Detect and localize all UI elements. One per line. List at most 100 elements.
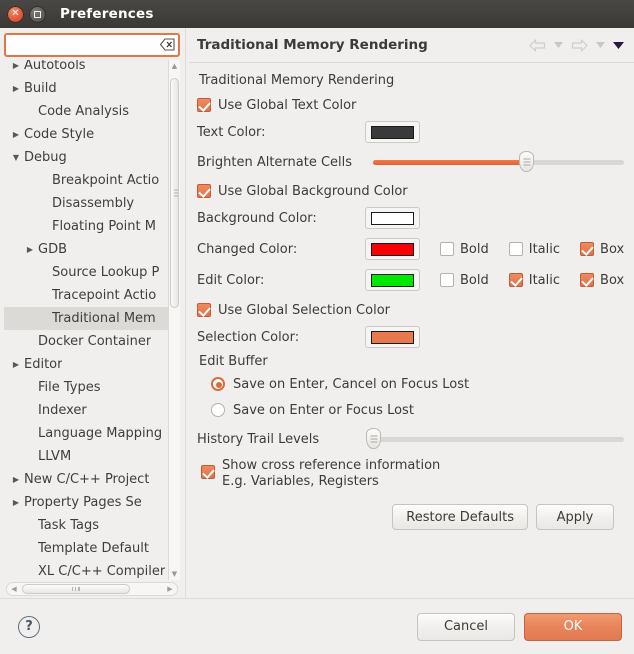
scroll-thumb-grip [174, 189, 178, 197]
tree-expand-collapsed-icon[interactable]: ▶ [8, 360, 24, 369]
checkbox-label: Use Global Text Color [218, 97, 357, 113]
tree-item-label: Code Analysis [38, 104, 129, 119]
tree-item[interactable]: Source Lookup P [4, 261, 168, 284]
tree-item[interactable]: XL C/C++ Compiler [4, 560, 168, 580]
group-label: Traditional Memory Rendering [199, 73, 395, 88]
tree-item[interactable]: ▶ New C/C++ Project [4, 468, 168, 491]
history-trail-levels-slider[interactable] [366, 428, 624, 449]
search-input[interactable] [4, 33, 180, 57]
tree-item[interactable]: Traditional Mem [4, 307, 168, 330]
close-icon[interactable]: ✕ [7, 5, 24, 23]
tree-item[interactable]: ▼ Debug [4, 146, 168, 169]
checkbox-box [201, 465, 215, 479]
maximize-icon[interactable] [29, 5, 46, 23]
edit-italic-checkbox[interactable]: Italic [508, 273, 560, 288]
edit-box-checkbox[interactable]: Box [580, 273, 624, 288]
edit-bold-checkbox[interactable]: Bold [440, 273, 489, 288]
changed-color-button[interactable] [365, 238, 420, 260]
changed-color-row: Changed Color: Bold Italic Box [197, 238, 624, 260]
back-history-chevron-down-icon[interactable] [550, 34, 566, 56]
tree-item[interactable]: Task Tags [4, 514, 168, 537]
text-color-button[interactable] [365, 121, 420, 143]
tree-item[interactable]: Floating Point M [4, 215, 168, 238]
tree-expand-collapsed-icon[interactable]: ▶ [22, 245, 38, 254]
tree-vertical-scrollbar[interactable]: ▲ ▼ [168, 60, 180, 580]
tree-item[interactable]: Breakpoint Actio [4, 169, 168, 192]
tree-item-label: LLVM [38, 449, 72, 464]
selection-color-row: Selection Color: [197, 326, 624, 348]
scroll-down-arrow-icon[interactable]: ▼ [169, 568, 180, 580]
checkbox-label: Box [600, 241, 625, 257]
vertical-scroll-thumb[interactable] [170, 78, 179, 308]
tree-expand-collapsed-icon[interactable]: ▶ [8, 475, 24, 484]
tree-expand-expanded-icon[interactable]: ▼ [8, 153, 24, 162]
edit-color-button[interactable] [365, 269, 420, 291]
restore-defaults-button[interactable]: Restore Defaults [392, 504, 528, 530]
forward-arrow-icon[interactable] [568, 34, 590, 56]
tree-item[interactable]: Indexer [4, 399, 168, 422]
tree-item[interactable]: ▶ Editor [4, 353, 168, 376]
tree-item[interactable]: Code Analysis [4, 100, 168, 123]
tree-item[interactable]: ▶ GDB [4, 238, 168, 261]
scroll-left-arrow-icon[interactable]: ◀ [7, 585, 21, 593]
tree-item[interactable]: ▶ Code Style [4, 123, 168, 146]
tree-item[interactable]: Language Mapping [4, 422, 168, 445]
brighten-alternate-cells-slider[interactable] [373, 151, 624, 172]
back-arrow-icon[interactable] [526, 34, 548, 56]
apply-button[interactable]: Apply [536, 504, 614, 530]
ok-button[interactable]: OK [524, 612, 622, 641]
tree-item[interactable]: ▶ Property Pages Se [4, 491, 168, 514]
cancel-button[interactable]: Cancel [417, 612, 515, 641]
tree-item-label: Autotools [24, 60, 86, 73]
tree-item[interactable]: File Types [4, 376, 168, 399]
checkbox-label: Use Global Selection Color [218, 302, 391, 318]
scroll-right-arrow-icon[interactable]: ▶ [163, 585, 177, 593]
chevron-down-filled-icon[interactable] [610, 34, 626, 56]
use-global-text-color-checkbox[interactable]: Use Global Text Color [197, 98, 356, 113]
changed-italic-checkbox[interactable]: Italic [508, 242, 560, 257]
tree-item[interactable]: Tracepoint Actio [4, 284, 168, 307]
tree-item[interactable]: Template Default [4, 537, 168, 560]
radio-save-on-enter-cancel-on-focus-lost[interactable]: Save on Enter, Cancel on Focus Lost [211, 377, 469, 392]
use-global-selection-color-row: Use Global Selection Color [197, 300, 624, 320]
maximize-square-glyph [34, 10, 41, 18]
radio-save-on-enter-or-focus-lost[interactable]: Save on Enter or Focus Lost [211, 403, 414, 418]
slider-thumb[interactable] [519, 151, 535, 172]
use-global-selection-color-checkbox[interactable]: Use Global Selection Color [197, 303, 390, 318]
changed-bold-checkbox[interactable]: Bold [440, 242, 489, 257]
preferences-page: Traditional Memory Rendering Traditional… [189, 28, 634, 598]
help-icon[interactable]: ? [18, 615, 40, 638]
background-color-label: Background Color: [197, 210, 317, 226]
tree-item[interactable]: Disassembly [4, 192, 168, 215]
background-color-button[interactable] [365, 207, 420, 229]
tree-expand-collapsed-icon[interactable]: ▶ [8, 498, 24, 507]
show-cross-reference-checkbox[interactable]: Show cross reference information E.g. Va… [201, 458, 440, 490]
tree-expand-collapsed-icon[interactable]: ▶ [8, 84, 24, 93]
tree-item[interactable]: LLVM [4, 445, 168, 468]
changed-box-checkbox[interactable]: Box [580, 242, 624, 257]
window-title: Preferences [60, 6, 154, 22]
background-color-row: Background Color: [197, 207, 624, 229]
show-cross-reference-line1: Show cross reference information [222, 458, 441, 473]
close-x-glyph: ✕ [11, 8, 20, 19]
use-global-background-color-row: Use Global Background Color [197, 181, 624, 201]
tree-item-label: GDB [38, 242, 68, 257]
clear-icon[interactable] [159, 38, 175, 51]
horizontal-scroll-thumb[interactable] [22, 584, 130, 594]
page-content: Traditional Memory Rendering Use Global … [189, 63, 634, 598]
preferences-tree[interactable]: ▶ Autotools ▶ Build Code Analysis ▶ Code Style… [4, 60, 180, 580]
tree-item[interactable]: Docker Container [4, 330, 168, 353]
tree-expand-collapsed-icon[interactable]: ▶ [8, 130, 24, 139]
page-nav-buttons [526, 34, 626, 56]
tree-expand-collapsed-icon[interactable]: ▶ [8, 61, 24, 70]
tree-horizontal-scrollbar[interactable]: ◀ ▶ [6, 582, 178, 596]
forward-history-chevron-down-icon[interactable] [592, 34, 608, 56]
slider-thumb[interactable] [366, 428, 381, 449]
tree-item-label: Task Tags [38, 518, 99, 533]
tree-item[interactable]: ▶ Autotools [4, 60, 168, 77]
use-global-background-color-checkbox[interactable]: Use Global Background Color [197, 184, 408, 199]
tree-item[interactable]: ▶ Build [4, 77, 168, 100]
scroll-up-arrow-icon[interactable]: ▲ [169, 60, 180, 72]
selection-color-button[interactable] [365, 326, 420, 348]
tree-item-label: New C/C++ Project [24, 472, 150, 487]
